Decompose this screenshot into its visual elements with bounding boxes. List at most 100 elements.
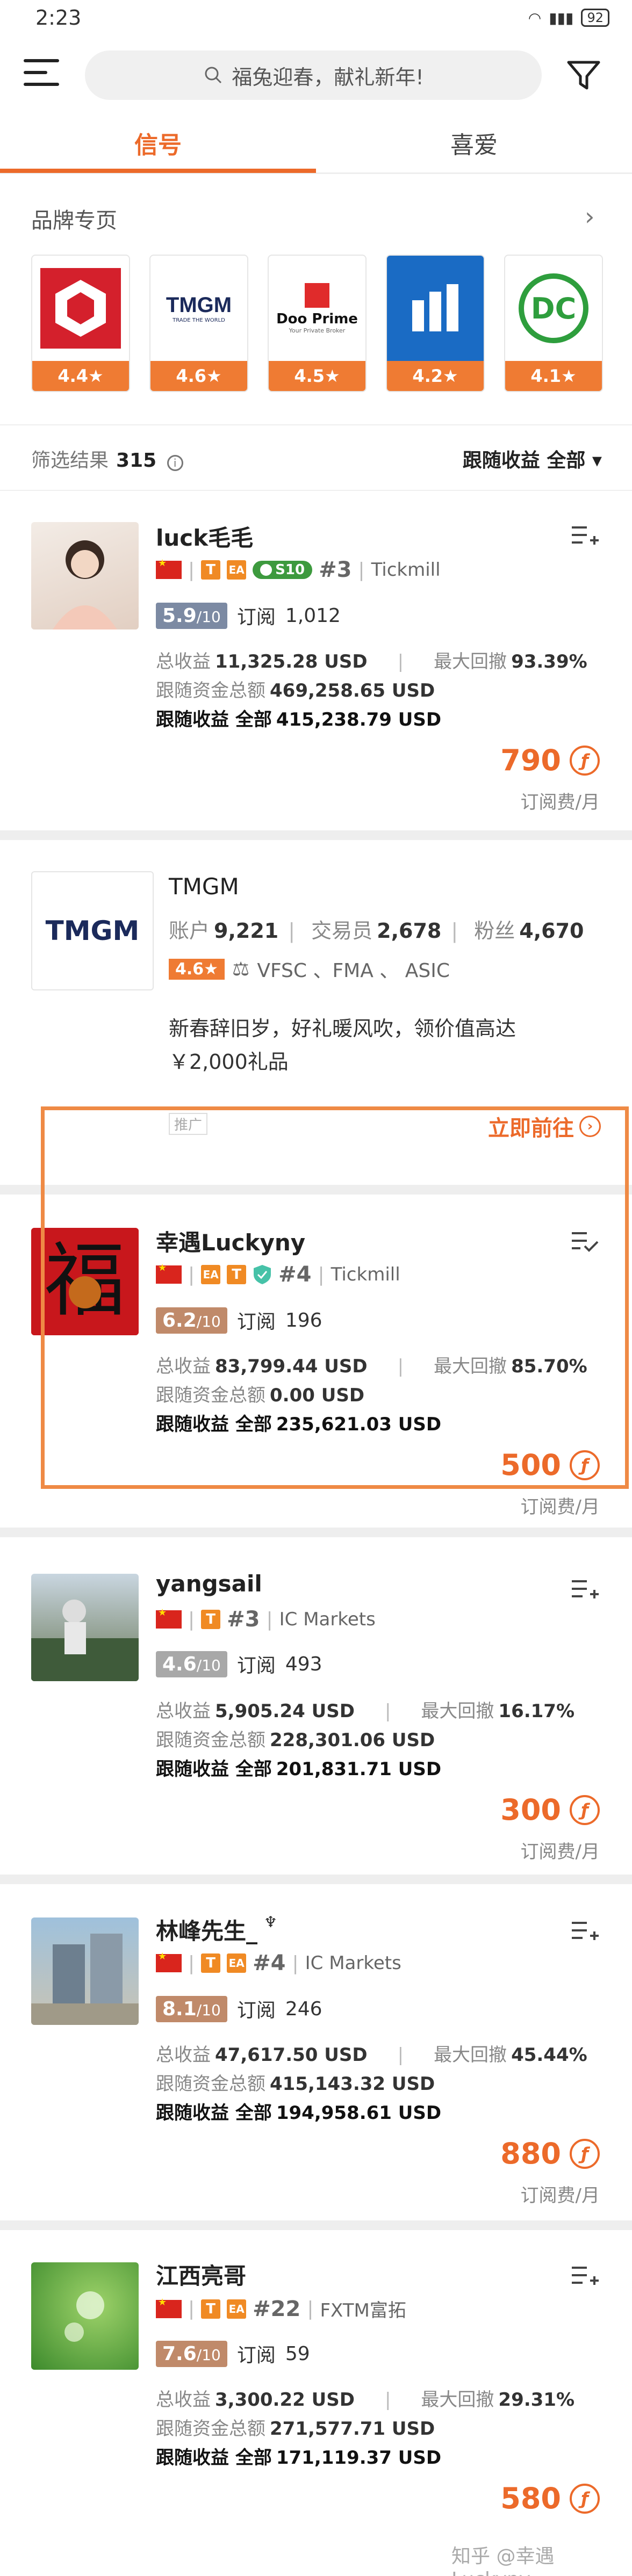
tab-favorites[interactable]: 喜爱 xyxy=(316,126,632,160)
signal-tags: | T EA #22 | FXTM富拓 xyxy=(156,2296,406,2322)
price-unit: 订阅费/月 xyxy=(520,792,600,813)
tmgm-ad-logo-text: TMGM xyxy=(45,915,140,946)
brand-rating: 4.6★ xyxy=(150,361,247,391)
price-unit: 订阅费/月 xyxy=(520,1496,600,1518)
ad-text: 新春辞旧岁，好礼暖风吹，领价值高达￥2,000礼品 xyxy=(169,1017,516,1074)
watermark: 知乎 @幸遇Luckyny xyxy=(451,2545,555,2576)
signal-icon: ▮▮▮ xyxy=(549,9,574,27)
ad-stats: 账户 9,221 | 交易员 2,678 | 粉丝 4,670 xyxy=(169,919,584,943)
chevron-right-circle-icon: › xyxy=(579,1116,601,1137)
brand-logo: DC xyxy=(505,256,602,361)
ad-card[interactable]: TMGM TMGM 账户 9,221 | 交易员 2,678 | 粉丝 4,670 4.6… xyxy=(0,840,632,1186)
coin-icon: ƒ xyxy=(570,1450,600,1480)
tab-signals[interactable]: 信号 xyxy=(0,126,316,160)
brand-card[interactable]: Doo Prime Your Private Broker 4.5★ xyxy=(268,255,367,392)
subscribe-list-add-icon[interactable] xyxy=(571,2264,599,2288)
signal-name: 幸遇Luckyny xyxy=(156,1229,306,1256)
brand-rating: 4.2★ xyxy=(387,361,484,391)
broker: FXTM富拓 xyxy=(320,2300,406,2321)
regulator-list: VFSC 、FMA 、 ASIC xyxy=(257,960,450,982)
menu-icon[interactable] xyxy=(24,59,59,88)
signal-tags: | EA T #4 | Tickmill xyxy=(156,1262,400,1287)
sort-value: 全部 xyxy=(547,450,586,472)
tab-bar: 信号 喜爱 xyxy=(0,118,632,174)
tag-t-icon: T xyxy=(201,1953,221,1973)
price: 790 ƒ xyxy=(500,743,600,777)
subscribed-list-check-icon[interactable] xyxy=(571,1230,599,1254)
signal-card[interactable]: 福 幸遇Luckyny | EA T #4 | Tickmill 6.2/10 … xyxy=(0,1195,632,1528)
tag-t-icon: T xyxy=(201,1610,221,1629)
doo-prime-logo-icon xyxy=(305,283,329,308)
stat-follow-profit: 跟随收益 全部 235,621.03 USD xyxy=(156,1414,442,1435)
ad-promo-tag: 推广 xyxy=(169,1113,208,1135)
avatar xyxy=(31,1574,139,1681)
subscriber-count: 246 xyxy=(285,1998,322,2020)
divider xyxy=(0,2220,632,2230)
scale-icon: ⚖ xyxy=(232,958,250,980)
stat-total-profit: 总收益 47,617.50 USD | 最大回撤 45.44% xyxy=(156,2044,587,2066)
chevron-right-icon[interactable]: › xyxy=(585,202,594,231)
stat-follow-profit: 跟随收益 全部 194,958.61 USD xyxy=(156,2102,442,2124)
signal-card[interactable]: yangsail | T #3 | IC Markets 4.6/10 订阅 4… xyxy=(0,1537,632,1881)
subscribe-list-add-icon[interactable] xyxy=(571,1578,599,1602)
score-badge: 8.1/10 xyxy=(156,1995,227,2022)
signal-card[interactable]: 江西亮哥 | T EA #22 | FXTM富拓 7.6/10 订阅 59 总收… xyxy=(0,2230,632,2576)
bars-logo-icon xyxy=(412,284,458,331)
brand-card[interactable]: DC 4.1★ xyxy=(504,255,603,392)
subscribe-list-add-icon[interactable] xyxy=(571,524,599,548)
crown-icon: ♆ xyxy=(264,1913,278,1931)
subscribe-label: 订阅 xyxy=(236,606,276,628)
broker: IC Markets xyxy=(305,1952,401,1974)
subscriber-count: 196 xyxy=(285,1309,322,1332)
tag-ea-icon: EA xyxy=(227,1953,247,1973)
score-badge: 5.9/10 xyxy=(156,602,227,629)
signal-card[interactable]: luck毛毛 | T EA S10 #3 | Tickmill 5.9/10 订… xyxy=(0,491,632,833)
tag-t-icon: T xyxy=(227,1265,247,1284)
brand-card[interactable]: 4.4★ xyxy=(31,255,130,392)
rank: #3 xyxy=(227,1607,260,1632)
wifi-icon: ◠ xyxy=(528,9,542,27)
rank: #3 xyxy=(319,558,352,582)
signal-tags: | T #3 | IC Markets xyxy=(156,1607,376,1632)
stat-follow-funds: 跟随资金总额 0.00 USD xyxy=(156,1385,365,1406)
signal-name: 林峰先生_ ♆ xyxy=(156,1913,278,1944)
subscribe-list-add-icon[interactable] xyxy=(571,1920,599,1943)
stat-total-profit: 总收益 11,325.28 USD | 最大回撤 93.39% xyxy=(156,651,587,672)
stat-follow-funds: 跟随资金总额 271,577.71 USD xyxy=(156,2418,435,2440)
coin-icon: ƒ xyxy=(570,2483,600,2514)
broker: IC Markets xyxy=(279,1609,376,1630)
china-flag-icon xyxy=(156,1951,182,1972)
avatar xyxy=(31,522,139,629)
broker: Tickmill xyxy=(371,559,441,581)
sort-dropdown[interactable]: 跟随收益 全部 ▾ xyxy=(463,445,602,473)
signal-tags: | T EA #4 | IC Markets xyxy=(156,1951,401,1976)
brand-logo xyxy=(32,256,129,361)
brand-card[interactable]: 4.2★ xyxy=(386,255,485,392)
score-row: 4.6/10 订阅 493 xyxy=(156,1650,322,1678)
signal-card[interactable]: 林峰先生_♆ | T EA #4 | IC Markets 8.1/10 订阅 … xyxy=(0,1884,632,2228)
divider xyxy=(0,830,632,840)
brand-card[interactable]: TMGM TRADE THE WORLD 4.6★ xyxy=(149,255,248,392)
china-flag-icon xyxy=(156,558,182,579)
battery-icon: 92 xyxy=(581,9,609,27)
info-icon[interactable]: i xyxy=(167,455,183,471)
signal-tags: | T EA S10 #3 | Tickmill xyxy=(156,558,441,582)
score-row: 6.2/10 订阅 196 xyxy=(156,1306,322,1334)
subscriber-count: 1,012 xyxy=(285,604,341,627)
broker: Tickmill xyxy=(331,1264,400,1285)
filter-icon[interactable] xyxy=(566,59,601,91)
ad-go-button[interactable]: 立即前往 › xyxy=(488,1111,601,1142)
verified-shield-icon xyxy=(254,1265,271,1284)
coin-icon: ƒ xyxy=(570,2138,600,2169)
brand-rating: 4.5★ xyxy=(269,361,365,391)
china-flag-icon xyxy=(156,1607,182,1629)
tab-underline xyxy=(0,169,316,173)
search-input[interactable]: 福兔迎春，献礼新年! xyxy=(85,50,542,100)
result-label: 筛选结果 315 i xyxy=(31,445,183,473)
brand-logo: TMGM TRADE THE WORLD xyxy=(150,256,247,361)
tag-t-icon: T xyxy=(201,2299,221,2319)
price: 580 ƒ xyxy=(500,2481,600,2515)
tag-t-icon: T xyxy=(201,560,221,580)
signal-name: 江西亮哥 xyxy=(156,2263,247,2289)
score-badge: 7.6/10 xyxy=(156,2340,227,2367)
